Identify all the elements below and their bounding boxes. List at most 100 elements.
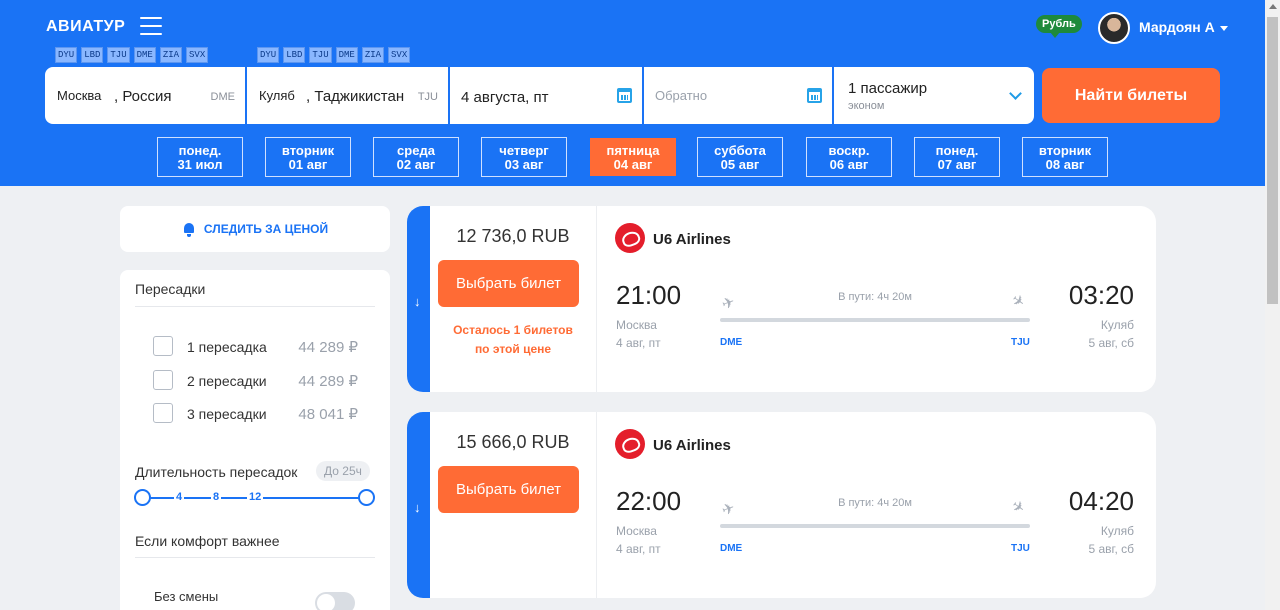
departure-iata: DME [720, 543, 743, 554]
avatar[interactable] [1098, 12, 1130, 44]
checkbox[interactable] [153, 336, 173, 356]
route-line [720, 318, 1030, 322]
day-tab[interactable]: понед. 07 авг [914, 137, 1000, 177]
checkbox[interactable] [153, 403, 173, 423]
airport-chip[interactable]: SVX [186, 47, 209, 63]
transfer-label: 1 пересадка [187, 339, 267, 355]
day-name: суббота [714, 143, 766, 158]
origin-field[interactable]: Москва , Россия DME [45, 67, 245, 124]
expand-details[interactable]: ↓ [407, 206, 430, 392]
day-tab[interactable]: среда 02 авг [373, 137, 459, 177]
airport-chip[interactable]: TJU [107, 47, 130, 63]
currency-badge[interactable]: Рубль [1036, 15, 1082, 38]
checkbox[interactable] [153, 370, 173, 390]
seats-left-warning: Осталось 1 билетов по этой цене [430, 321, 596, 359]
day-tab[interactable]: вторник 08 авг [1022, 137, 1108, 177]
airport-chip[interactable]: TJU [309, 47, 332, 63]
calendar-icon[interactable] [807, 88, 822, 103]
destination-country: , Таджикистан [306, 88, 405, 105]
divider [135, 557, 375, 558]
airport-chip[interactable]: DYU [55, 47, 78, 63]
no-change-toggle[interactable] [315, 592, 355, 610]
departure-city: Москва [616, 318, 657, 332]
day-name: воскр. [828, 143, 870, 158]
airline-logo [615, 223, 645, 253]
slider-handle-min[interactable] [134, 489, 151, 506]
divider [596, 412, 597, 598]
route-line [720, 524, 1030, 528]
passengers-select[interactable]: 1 пассажир эконом [834, 67, 1034, 124]
scroll-thumb[interactable] [1267, 17, 1278, 304]
airport-chip[interactable]: DME [335, 47, 358, 63]
arrival-time: 03:20 [1068, 280, 1134, 310]
arrival-iata: TJU [1011, 543, 1030, 554]
airport-chip[interactable]: SVX [388, 47, 411, 63]
find-tickets-button[interactable]: Найти билеты [1042, 68, 1220, 123]
day-name: вторник [281, 143, 335, 158]
recent-airports-left: DYU LBD TJU DME ZIA SVX [55, 47, 209, 63]
logo[interactable]: АВИАТУР [46, 18, 125, 36]
filters-panel: Пересадки 1 пересадка 44 289 ₽ 2 пересад… [120, 270, 390, 610]
day-tab-active[interactable]: пятница 04 авг [590, 138, 676, 176]
comfort-title: Если комфорт важнее [135, 533, 280, 549]
airline-name: U6 Airlines [653, 231, 731, 248]
airport-chip[interactable]: DYU [257, 47, 280, 63]
chevron-down-icon [1009, 87, 1022, 100]
airport-chip[interactable]: LBD [81, 47, 104, 63]
arrow-down-icon: ↓ [414, 500, 421, 515]
airport-chip[interactable]: ZIA [159, 47, 183, 63]
select-ticket-button[interactable]: Выбрать билет [438, 260, 579, 307]
day-date: 08 авг [1045, 157, 1085, 172]
arrival-city: Куляб [1100, 318, 1134, 332]
user-menu[interactable]: Мардоян А [1139, 19, 1228, 35]
ticket-price: 15 666,0 RUB [456, 432, 570, 452]
day-name: вторник [1038, 143, 1092, 158]
airport-chip[interactable]: LBD [283, 47, 306, 63]
passengers-count: 1 пассажир [848, 80, 928, 97]
duration-badge: До 25ч [316, 461, 370, 481]
depart-date-field[interactable]: 4 августа, пт [450, 67, 642, 124]
departure-iata: DME [720, 337, 743, 348]
calendar-icon[interactable] [617, 88, 632, 103]
day-date: 04 авг [613, 157, 653, 172]
header: АВИАТУР DYU LBD TJU DME ZIA SVX DYU LBD … [0, 0, 1265, 186]
day-tab[interactable]: воскр. 06 авг [806, 137, 892, 177]
day-tab[interactable]: вторник 01 авг [265, 137, 351, 177]
airport-chip[interactable]: ZIA [361, 47, 385, 63]
duration-slider[interactable]: 4 8 12 [134, 489, 376, 507]
select-ticket-button[interactable]: Выбрать билет [438, 466, 579, 513]
day-date: 05 авг [720, 157, 760, 172]
divider [596, 206, 597, 392]
day-name: среда [397, 143, 435, 158]
transfer-filter-3[interactable]: 3 пересадки 48 041 ₽ [153, 403, 358, 423]
track-price-button[interactable]: СЛЕДИТЬ ЗА ЦЕНОЙ [120, 206, 390, 252]
depart-date: 4 августа, пт [461, 89, 549, 106]
warning-line: по этой цене [474, 342, 552, 356]
day-tab[interactable]: суббота 05 авг [697, 137, 783, 177]
arrival-date: 5 авг, сб [1088, 542, 1134, 556]
day-name: четверг [499, 143, 549, 158]
airport-chip[interactable]: DME [133, 47, 156, 63]
arrival-city: Куляб [1100, 524, 1134, 538]
flight-card: ↓ 15 666,0 RUB Выбрать билет U6 Airlines… [407, 412, 1156, 598]
flight-duration: В пути: 4ч 20м [838, 291, 912, 303]
warning-line: Осталось 1 билетов [453, 323, 573, 337]
menu-icon[interactable] [140, 17, 162, 35]
expand-details[interactable]: ↓ [407, 412, 430, 598]
airline-logo [615, 429, 645, 459]
departure-time: 22:00 [616, 486, 682, 516]
page-scrollbar[interactable] [1265, 0, 1280, 610]
scroll-up-icon[interactable] [1269, 4, 1277, 9]
day-tab[interactable]: четверг 03 авг [481, 137, 567, 177]
transfer-filter-2[interactable]: 2 пересадки 44 289 ₽ [153, 370, 358, 390]
day-tab[interactable]: понед. 31 июл [157, 137, 243, 177]
slider-handle-max[interactable] [358, 489, 375, 506]
return-placeholder: Обратно [655, 88, 708, 103]
departure-date: 4 авг, пт [616, 336, 661, 350]
return-date-field[interactable]: Обратно [644, 67, 832, 124]
transfer-filter-1[interactable]: 1 пересадка 44 289 ₽ [153, 336, 358, 356]
origin-country: , Россия [114, 88, 172, 105]
destination-iata: TJU [417, 91, 438, 103]
destination-field[interactable]: Куляб , Таджикистан TJU [247, 67, 448, 124]
arrival-time: 04:20 [1068, 486, 1134, 516]
